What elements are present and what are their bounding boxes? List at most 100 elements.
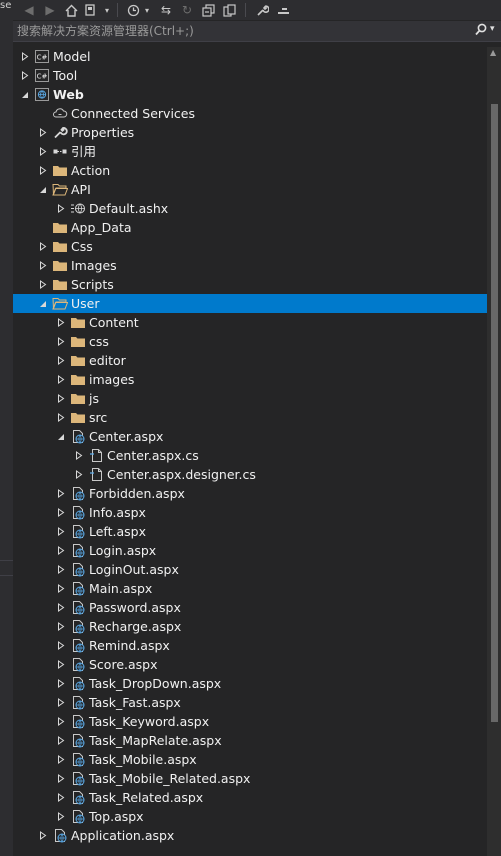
collapsed-arrow-icon[interactable] [55, 522, 67, 541]
tree-item-default-ashx[interactable]: Default.ashx [13, 199, 487, 218]
collapsed-arrow-icon[interactable] [55, 712, 67, 731]
tree-item-task-related-aspx[interactable]: Task_Related.aspx [13, 788, 487, 807]
search-input[interactable] [17, 23, 457, 39]
tree-item-editor[interactable]: editor [13, 351, 487, 370]
tree-item-action[interactable]: Action [13, 161, 487, 180]
expanded-arrow-icon[interactable] [55, 427, 67, 446]
collapsed-arrow-icon[interactable] [73, 446, 85, 465]
tree-item-task-maprelate-aspx[interactable]: Task_MapRelate.aspx [13, 731, 487, 750]
collapsed-arrow-icon[interactable] [55, 750, 67, 769]
tree-item-scripts[interactable]: Scripts [13, 275, 487, 294]
tree-item-web[interactable]: Web [13, 85, 487, 104]
collapsed-arrow-icon[interactable] [55, 617, 67, 636]
tree-item-login-aspx[interactable]: Login.aspx [13, 541, 487, 560]
collapsed-arrow-icon[interactable] [55, 693, 67, 712]
collapsed-arrow-icon[interactable] [55, 199, 67, 218]
collapsed-arrow-icon[interactable] [55, 769, 67, 788]
tree-item-top-aspx[interactable]: Top.aspx [13, 807, 487, 826]
tree-item-task-mobile-aspx[interactable]: Task_Mobile.aspx [13, 750, 487, 769]
collapsed-arrow-icon[interactable] [55, 503, 67, 522]
show-all-files-icon[interactable] [221, 2, 237, 18]
back-icon[interactable]: ◀ [21, 2, 37, 18]
collapsed-arrow-icon[interactable] [37, 826, 49, 845]
collapsed-arrow-icon[interactable] [19, 47, 31, 66]
tree-item-center-aspx-cs[interactable]: Center.aspx.cs [13, 446, 487, 465]
collapsed-arrow-icon[interactable] [55, 788, 67, 807]
home-icon[interactable] [63, 2, 79, 18]
tree-item-forbidden-aspx[interactable]: Forbidden.aspx [13, 484, 487, 503]
tree-item-css[interactable]: Css [13, 237, 487, 256]
chevron-down-icon[interactable]: ▾ [139, 2, 155, 18]
tree-item-app-data[interactable]: App_Data [13, 218, 487, 237]
collapsed-arrow-icon[interactable] [37, 123, 49, 142]
switch-views-icon[interactable] [84, 2, 100, 18]
properties-wrench-icon[interactable] [254, 2, 270, 18]
expanded-arrow-icon[interactable] [37, 294, 49, 313]
tree-item-loginout-aspx[interactable]: LoginOut.aspx [13, 560, 487, 579]
sync-icon[interactable]: ⇆ [158, 2, 174, 18]
tree-item-tool[interactable]: C# Tool [13, 66, 487, 85]
tree-item-center-aspx-designer-cs[interactable]: Center.aspx.designer.cs [13, 465, 487, 484]
refresh-icon[interactable]: ↻ [179, 2, 195, 18]
tree-item-user[interactable]: User [13, 294, 487, 313]
collapsed-arrow-icon[interactable] [55, 313, 67, 332]
tree-item-remind-aspx[interactable]: Remind.aspx [13, 636, 487, 655]
tree-item-application-aspx[interactable]: Application.aspx [13, 826, 487, 845]
tree-item-images[interactable]: images [13, 370, 487, 389]
tree-item-task-keyword-aspx[interactable]: Task_Keyword.aspx [13, 712, 487, 731]
collapsed-arrow-icon[interactable] [73, 465, 85, 484]
search-icon[interactable] [475, 23, 487, 40]
collapsed-arrow-icon[interactable] [55, 579, 67, 598]
tree-item-[interactable]: 引用 [13, 142, 487, 161]
collapsed-arrow-icon[interactable] [37, 237, 49, 256]
solution-explorer-search[interactable]: ▾ [13, 21, 501, 42]
tree-item-src[interactable]: src [13, 408, 487, 427]
tree-item-properties[interactable]: Properties [13, 123, 487, 142]
preview-selected-icon[interactable] [275, 2, 291, 18]
tree-item-task-mobile-related-aspx[interactable]: Task_Mobile_Related.aspx [13, 769, 487, 788]
tree-item-center-aspx[interactable]: Center.aspx [13, 427, 487, 446]
forward-icon[interactable]: ▶ [42, 2, 58, 18]
tree-item-task-fast-aspx[interactable]: Task_Fast.aspx [13, 693, 487, 712]
collapsed-arrow-icon[interactable] [55, 636, 67, 655]
tree-item-score-aspx[interactable]: Score.aspx [13, 655, 487, 674]
tree-item-images[interactable]: Images [13, 256, 487, 275]
tree-item-password-aspx[interactable]: Password.aspx [13, 598, 487, 617]
chevron-down-icon[interactable]: ▾ [99, 2, 115, 18]
collapsed-arrow-icon[interactable] [55, 731, 67, 750]
tree-item-recharge-aspx[interactable]: Recharge.aspx [13, 617, 487, 636]
expanded-arrow-icon[interactable] [19, 85, 31, 104]
collapsed-arrow-icon[interactable] [55, 560, 67, 579]
collapsed-arrow-icon[interactable] [55, 351, 67, 370]
collapsed-arrow-icon[interactable] [55, 674, 67, 693]
collapsed-arrow-icon[interactable] [55, 408, 67, 427]
tree-scrollbar[interactable]: ▲ [487, 47, 501, 856]
collapsed-arrow-icon[interactable] [37, 275, 49, 294]
collapsed-arrow-icon[interactable] [55, 389, 67, 408]
tree-item-info-aspx[interactable]: Info.aspx [13, 503, 487, 522]
collapsed-arrow-icon[interactable] [37, 142, 49, 161]
tree-item-left-aspx[interactable]: Left.aspx [13, 522, 487, 541]
tree-item-content[interactable]: Content [13, 313, 487, 332]
tree-item-model[interactable]: C# Model [13, 47, 487, 66]
collapsed-arrow-icon[interactable] [19, 66, 31, 85]
collapse-all-icon[interactable] [200, 2, 216, 18]
scrollbar-thumb[interactable] [491, 104, 498, 722]
collapsed-arrow-icon[interactable] [55, 807, 67, 826]
tree-item-css[interactable]: css [13, 332, 487, 351]
collapsed-arrow-icon[interactable] [55, 370, 67, 389]
collapsed-arrow-icon[interactable] [55, 541, 67, 560]
collapsed-arrow-icon[interactable] [55, 484, 67, 503]
tree-item-js[interactable]: js [13, 389, 487, 408]
scroll-up-icon[interactable]: ▲ [490, 48, 496, 57]
search-options-chevron-icon[interactable]: ▾ [490, 24, 495, 34]
collapsed-arrow-icon[interactable] [37, 161, 49, 180]
collapsed-arrow-icon[interactable] [55, 655, 67, 674]
tree-item-task-dropdown-aspx[interactable]: Task_DropDown.aspx [13, 674, 487, 693]
tree-item-main-aspx[interactable]: Main.aspx [13, 579, 487, 598]
tree-item-connected-services[interactable]: Connected Services [13, 104, 487, 123]
collapsed-arrow-icon[interactable] [55, 598, 67, 617]
collapsed-arrow-icon[interactable] [37, 256, 49, 275]
collapsed-arrow-icon[interactable] [55, 332, 67, 351]
tree-item-api[interactable]: API [13, 180, 487, 199]
